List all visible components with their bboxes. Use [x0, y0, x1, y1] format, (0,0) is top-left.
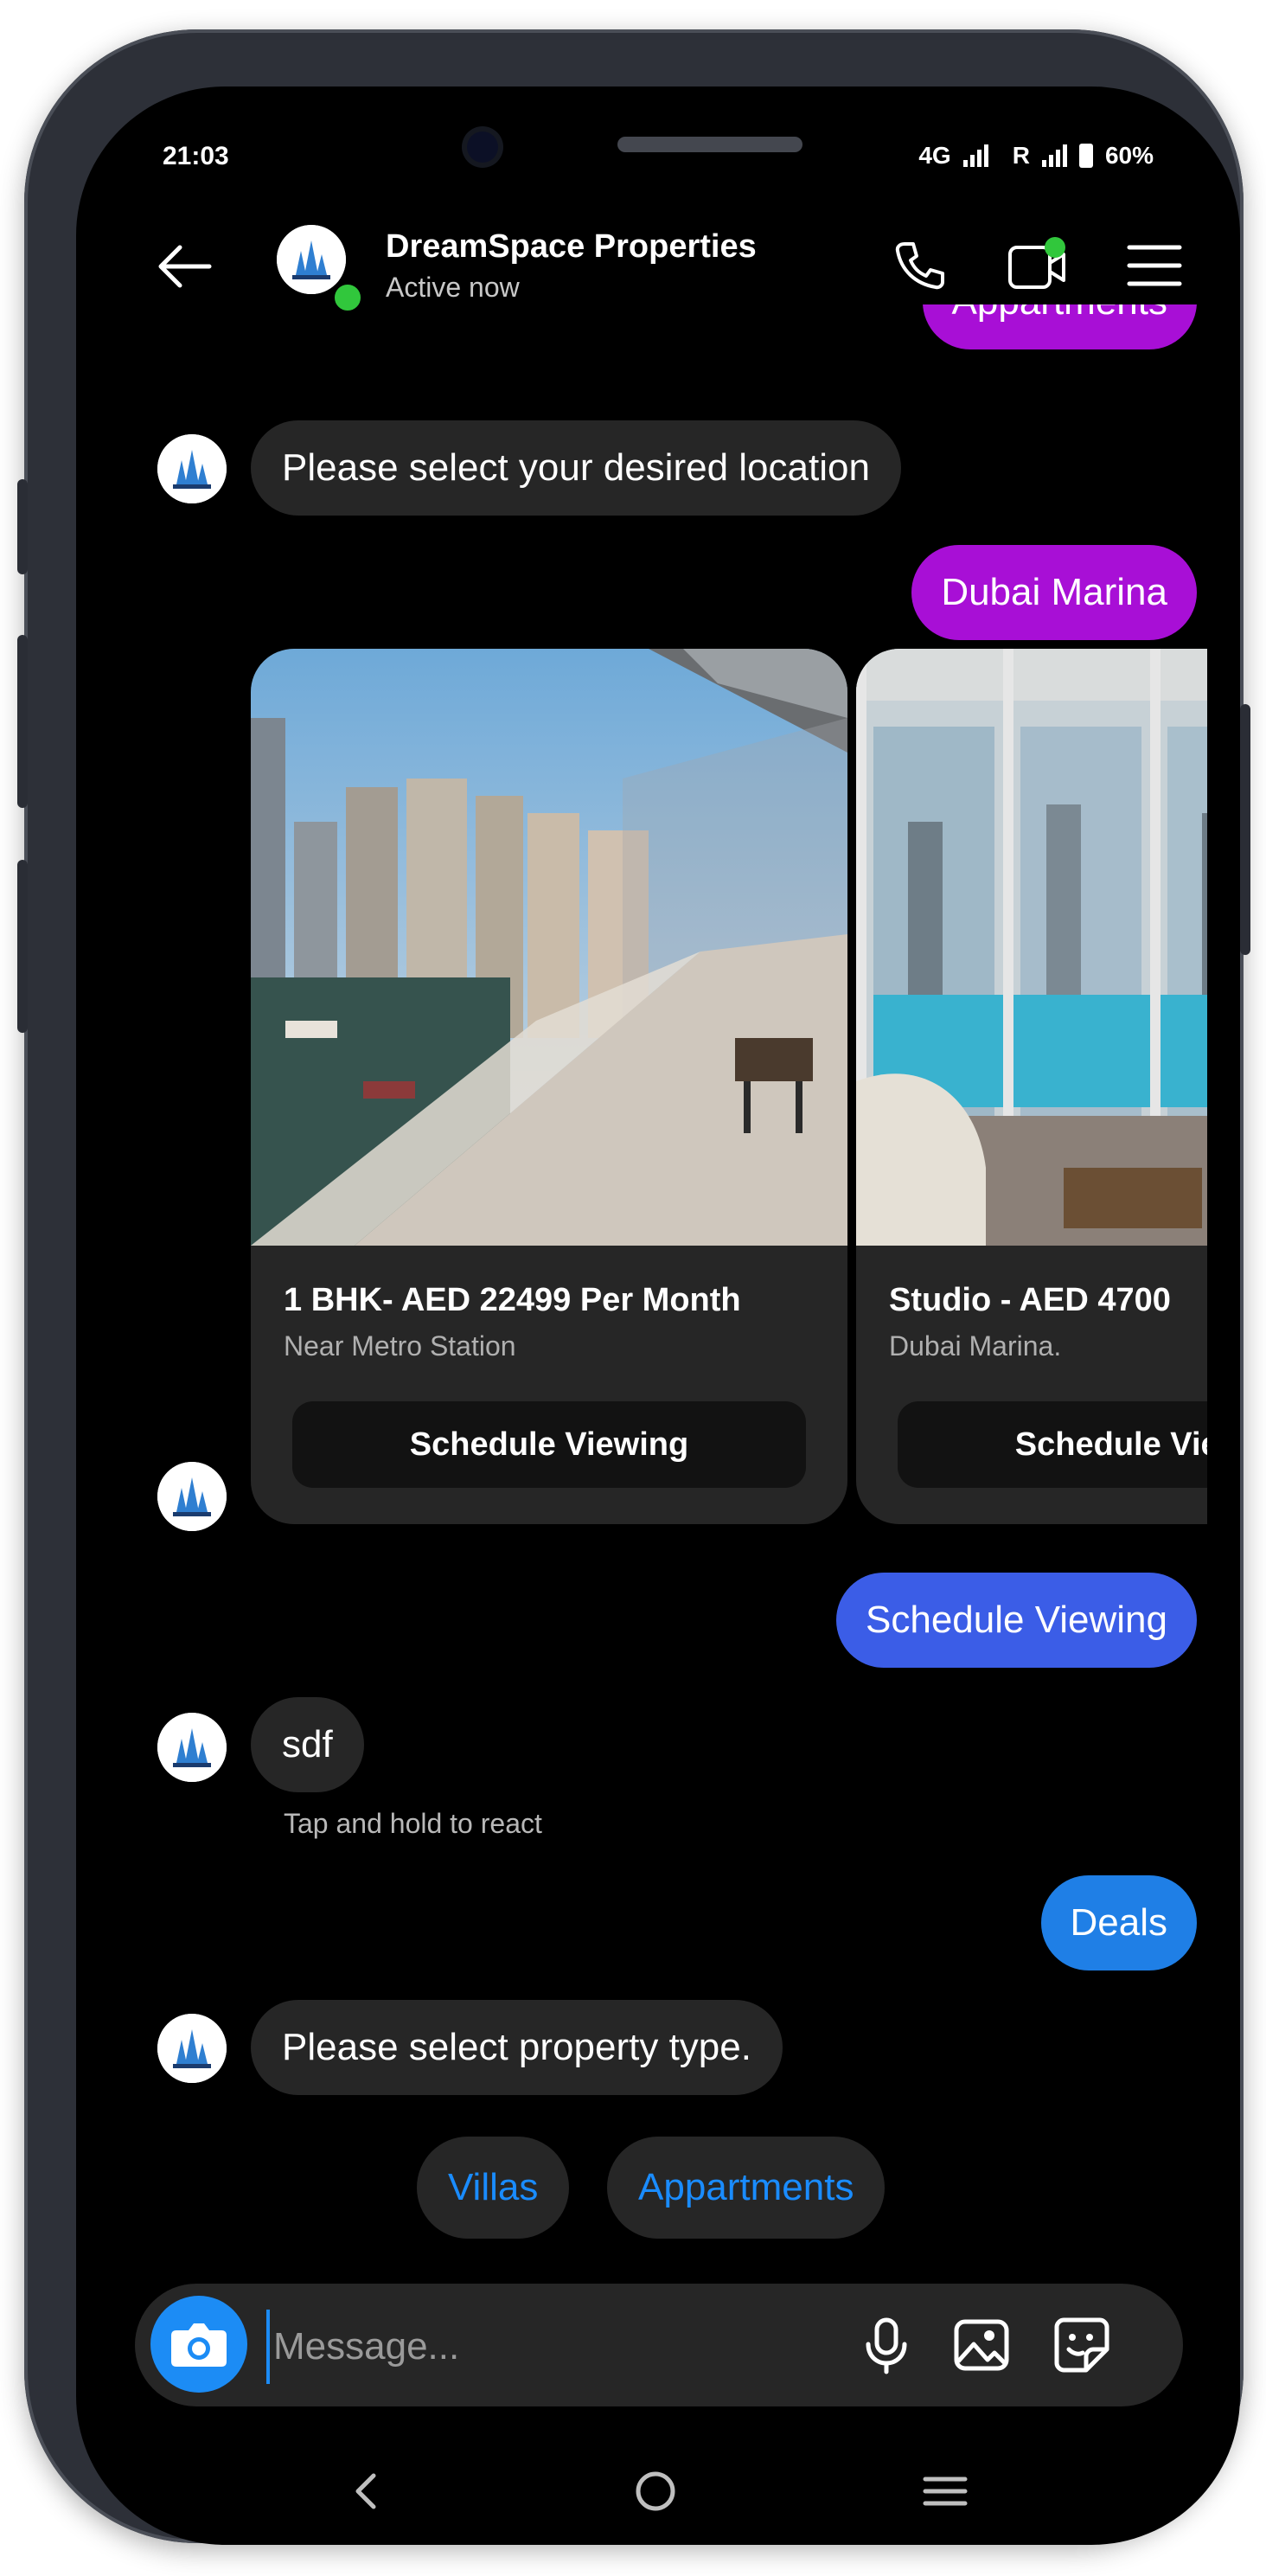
message-in-location-prompt[interactable]: Please select your desired location: [251, 420, 901, 516]
gallery-icon[interactable]: [951, 2315, 1012, 2375]
property-subtitle: Near Metro Station: [284, 1330, 516, 1362]
mic-icon[interactable]: [856, 2315, 917, 2375]
battery-icon: [1078, 144, 1093, 168]
message-input[interactable]: [266, 2310, 950, 2384]
camera-button[interactable]: [150, 2296, 247, 2393]
message-out-deals[interactable]: Deals: [1040, 1875, 1197, 1970]
property-card[interactable]: Studio - AED 4700 Dubai Marina. Schedule…: [856, 649, 1207, 1524]
power-button: [1240, 704, 1250, 955]
bot-avatar: [157, 1713, 227, 1782]
property-title: 1 BHK- AED 22499 Per Month: [284, 1282, 741, 1318]
message-in-sdf[interactable]: sdf: [251, 1697, 364, 1792]
property-title: Studio - AED 4700: [889, 1282, 1171, 1318]
property-card[interactable]: 1 BHK- AED 22499 Per Month Near Metro St…: [251, 649, 847, 1524]
status-bar: 21:03 4G R 60%: [76, 142, 1240, 194]
contact-status: Active now: [386, 272, 520, 303]
property-image: [856, 649, 1207, 1246]
schedule-viewing-button[interactable]: Schedule Viewing: [898, 1401, 1207, 1488]
status-indicators: 4G R 60%: [918, 142, 1154, 170]
status-time: 21:03: [163, 142, 229, 170]
schedule-viewing-button[interactable]: Schedule Viewing: [292, 1401, 806, 1488]
message-in-property-type[interactable]: Please select property type.: [251, 2000, 783, 2095]
message-out-dubai-marina[interactable]: Dubai Marina: [911, 545, 1197, 640]
camera-icon: [171, 2323, 227, 2367]
bot-avatar: [157, 434, 227, 503]
nav-home-icon[interactable]: [625, 2465, 686, 2517]
back-arrow-icon[interactable]: [154, 240, 214, 292]
screen: 21:03 4G R 60% DreamSpace Properties Act…: [76, 87, 1240, 2545]
mute-switch: [17, 479, 28, 574]
quick-reply-villas[interactable]: Villas: [417, 2137, 570, 2239]
react-hint: Tap and hold to react: [284, 1808, 542, 1839]
menu-icon[interactable]: [1124, 235, 1185, 296]
network-type: 4G: [918, 142, 951, 169]
system-navigation-bar: [76, 2448, 1240, 2534]
signal-icon-2: [1041, 144, 1067, 167]
phone-frame: 21:03 4G R 60% DreamSpace Properties Act…: [17, 29, 1250, 2545]
bot-avatar: [157, 1462, 227, 1531]
video-call-icon[interactable]: [1007, 235, 1069, 296]
volume-down-button: [17, 860, 28, 1033]
nav-back-icon[interactable]: [336, 2465, 396, 2517]
bot-avatar: [157, 2014, 227, 2083]
signal-icon: [962, 144, 988, 167]
nav-recents-icon[interactable]: [915, 2465, 975, 2517]
phone-icon[interactable]: [889, 235, 950, 296]
contact-name[interactable]: DreamSpace Properties: [386, 228, 757, 266]
property-carousel[interactable]: 1 BHK- AED 22499 Per Month Near Metro St…: [251, 649, 1207, 1524]
property-subtitle: Dubai Marina.: [889, 1330, 1062, 1362]
battery-level: 60%: [1104, 142, 1154, 169]
message-out-schedule-viewing[interactable]: Schedule Viewing: [836, 1573, 1197, 1668]
sticker-icon[interactable]: [1052, 2315, 1112, 2375]
property-image: [251, 649, 847, 1246]
volume-up-button: [17, 635, 28, 808]
quick-reply-appartments[interactable]: Appartments: [607, 2137, 886, 2239]
message-composer: [135, 2284, 1183, 2406]
roaming-indicator: R: [1012, 142, 1030, 169]
message-out-appartments[interactable]: Appartments: [922, 304, 1197, 349]
